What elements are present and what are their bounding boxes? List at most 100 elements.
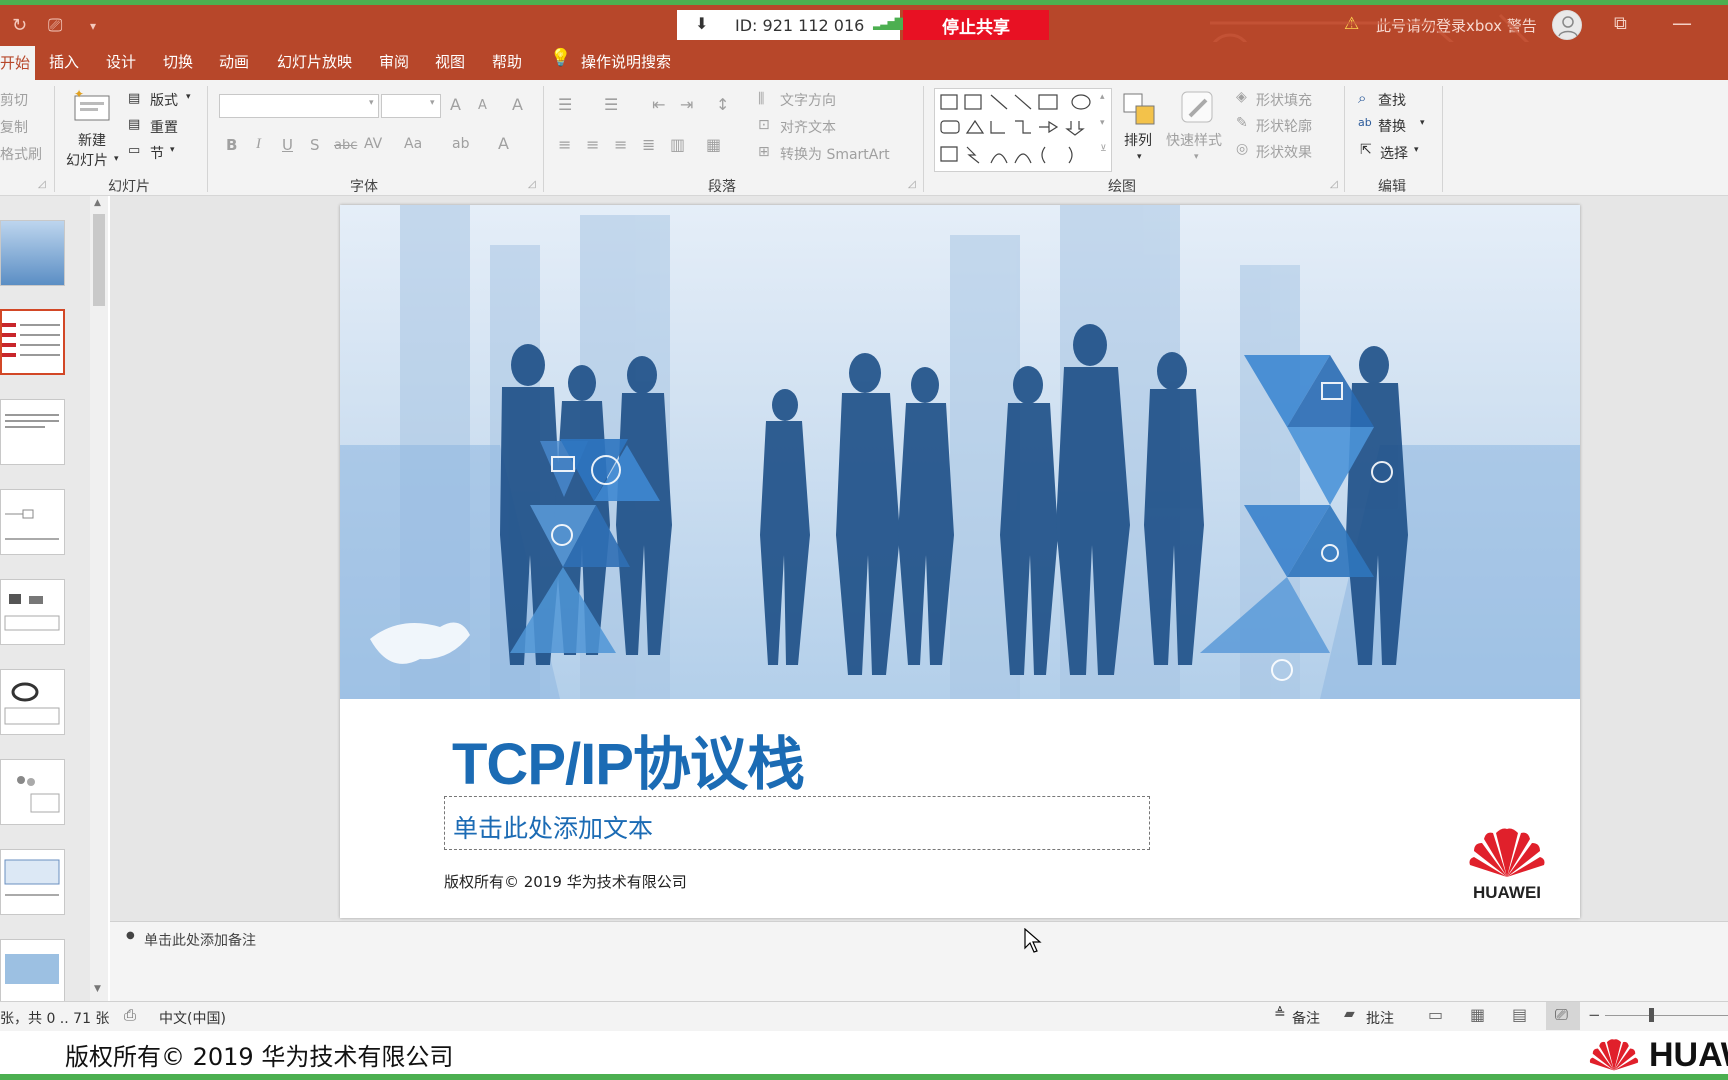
comments-button[interactable]: 批注 [1366, 1008, 1394, 1028]
zoom-out-icon[interactable]: − [1588, 1006, 1601, 1024]
tab-animations[interactable]: 动画 [219, 51, 249, 72]
distribute-icon[interactable]: ▥ [670, 135, 685, 154]
slide-thumbnail[interactable] [0, 579, 65, 645]
new-slide-icon[interactable]: ✦ [72, 87, 112, 124]
select-dropdown-icon[interactable]: ▾ [1414, 145, 1419, 155]
char-spacing-button[interactable]: AV [364, 136, 382, 152]
slide-thumbnail[interactable] [0, 849, 65, 915]
cut-button[interactable]: 剪切 [0, 90, 28, 110]
slide-sorter-icon[interactable]: ▦ [1470, 1005, 1485, 1024]
shadow-button[interactable]: S [310, 136, 320, 154]
tab-design[interactable]: 设计 [106, 51, 136, 72]
tab-home[interactable]: 开始 [0, 46, 35, 80]
slide-thumbnail[interactable] [0, 669, 65, 735]
section-dropdown-icon[interactable]: ▾ [170, 145, 175, 155]
slideshow-view-button[interactable]: ⎚ [1546, 1002, 1580, 1030]
font-name-dropdown-icon[interactable]: ▾ [369, 98, 374, 108]
clear-format-button[interactable]: A [512, 95, 523, 114]
subtitle-placeholder[interactable]: 单击此处添加文本 [444, 796, 1150, 850]
shapes-more-icon[interactable]: ⊻ [1100, 144, 1107, 154]
notes-pane[interactable]: ● 单击此处添加备注 [110, 921, 1728, 1001]
change-case-button[interactable]: Aa [404, 136, 422, 152]
numbering-icon[interactable]: ☰ [604, 95, 618, 114]
shape-fill-button[interactable]: 形状填充 [1256, 90, 1312, 110]
zoom-slider-thumb[interactable] [1649, 1008, 1654, 1022]
align-text-button[interactable]: 对齐文本 [780, 117, 836, 137]
layout-button[interactable]: 版式 [150, 90, 178, 110]
align-left-icon[interactable]: ≡ [558, 135, 571, 154]
underline-button[interactable]: U [282, 136, 293, 154]
font-color-button[interactable]: A [498, 134, 509, 153]
customize-qat-icon[interactable]: ▾ [90, 19, 96, 33]
justify-icon[interactable]: ≣ [642, 135, 655, 154]
section-button[interactable]: 节 [150, 143, 164, 163]
strikethrough-button[interactable]: abc [334, 138, 357, 153]
font-size-dropdown-icon[interactable]: ▾ [430, 98, 435, 108]
highlight-icon[interactable]: ab [452, 136, 469, 152]
new-slide-label-2[interactable]: 幻灯片 [66, 150, 108, 170]
shapes-scroll-down-icon[interactable]: ▾ [1100, 118, 1105, 128]
shape-effects-button[interactable]: 形状效果 [1256, 142, 1312, 162]
slide-thumbnail[interactable] [0, 759, 65, 825]
find-button[interactable]: 查找 [1378, 90, 1406, 110]
slide-thumbnail[interactable] [0, 220, 65, 286]
align-right-icon[interactable]: ≡ [614, 135, 627, 154]
format-painter-button[interactable]: 格式刷 [0, 144, 42, 164]
scroll-thumb[interactable] [93, 214, 105, 306]
shape-outline-button[interactable]: 形状轮廓 [1256, 116, 1312, 136]
tab-insert[interactable]: 插入 [49, 51, 79, 72]
tab-slideshow[interactable]: 幻灯片放映 [277, 51, 352, 72]
quick-styles-dropdown-icon[interactable]: ▾ [1194, 152, 1199, 162]
slide-thumbnail[interactable] [0, 309, 65, 375]
collapse-arrow-icon[interactable]: ⬇ [695, 14, 708, 33]
present-icon[interactable]: ⎚ [48, 15, 62, 36]
quick-styles-button[interactable]: 快速样式 [1166, 130, 1222, 150]
bold-button[interactable]: B [226, 136, 237, 154]
columns-icon[interactable]: ▦ [706, 135, 721, 154]
font-launcher-icon[interactable]: ◿ [528, 179, 536, 190]
stop-share-button[interactable]: 停止共享 [903, 10, 1049, 40]
arrange-icon[interactable] [1120, 90, 1160, 130]
reset-button[interactable]: 重置 [150, 117, 178, 137]
decrease-indent-icon[interactable]: ⇤ [652, 95, 665, 114]
replace-button[interactable]: 替换 [1378, 116, 1406, 136]
slide-thumbnail[interactable] [0, 939, 65, 1005]
layout-dropdown-icon[interactable]: ▾ [186, 92, 191, 102]
bullets-icon[interactable]: ☰ [558, 95, 572, 114]
clipboard-launcher-icon[interactable]: ◿ [38, 179, 46, 190]
align-center-icon[interactable]: ≡ [586, 135, 599, 154]
quick-styles-icon[interactable] [1178, 88, 1218, 128]
tab-transitions[interactable]: 切换 [163, 51, 193, 72]
increase-indent-icon[interactable]: ⇥ [680, 95, 693, 114]
text-direction-button[interactable]: 文字方向 [780, 90, 836, 110]
spellcheck-icon[interactable]: ⎙ [124, 1006, 136, 1024]
scroll-up-icon[interactable]: ▲ [94, 198, 101, 208]
shapes-gallery[interactable] [934, 88, 1112, 172]
tab-review[interactable]: 审阅 [379, 51, 409, 72]
reading-view-icon[interactable]: ▤ [1512, 1005, 1527, 1024]
thumbnail-scrollbar[interactable]: ▲ ▼ [90, 196, 108, 1001]
tell-me-search[interactable]: 操作说明搜索 [581, 51, 671, 72]
select-button[interactable]: 选择 [1380, 143, 1408, 163]
convert-smartart-button[interactable]: 转换为 SmartArt [780, 144, 890, 164]
drawing-launcher-icon[interactable]: ◿ [1330, 179, 1338, 190]
grow-font-button[interactable]: A [450, 95, 461, 114]
font-name-input[interactable] [219, 94, 379, 118]
slide[interactable]: TCP/IP协议栈 单击此处添加文本 版权所有© 2019 华为技术有限公司 H… [340, 205, 1580, 918]
language-indicator[interactable]: 中文(中国) [159, 1008, 226, 1028]
copy-button[interactable]: 复制 [0, 117, 28, 137]
zoom-slider[interactable] [1605, 1015, 1728, 1016]
slide-title[interactable]: TCP/IP协议栈 [452, 717, 805, 801]
tab-help[interactable]: 帮助 [492, 51, 522, 72]
arrange-button[interactable]: 排列 [1124, 130, 1152, 150]
scroll-down-icon[interactable]: ▼ [94, 984, 101, 994]
arrange-dropdown-icon[interactable]: ▾ [1137, 152, 1142, 162]
line-spacing-icon[interactable]: ↕ [716, 95, 729, 114]
new-slide-label-1[interactable]: 新建 [78, 130, 106, 150]
redo-icon[interactable]: ↻ [12, 15, 27, 36]
new-slide-dropdown-icon[interactable]: ▾ [114, 154, 119, 164]
paragraph-launcher-icon[interactable]: ◿ [908, 179, 916, 190]
slide-thumbnail[interactable] [0, 489, 65, 555]
italic-button[interactable]: I [256, 136, 261, 153]
replace-dropdown-icon[interactable]: ▾ [1420, 118, 1425, 128]
